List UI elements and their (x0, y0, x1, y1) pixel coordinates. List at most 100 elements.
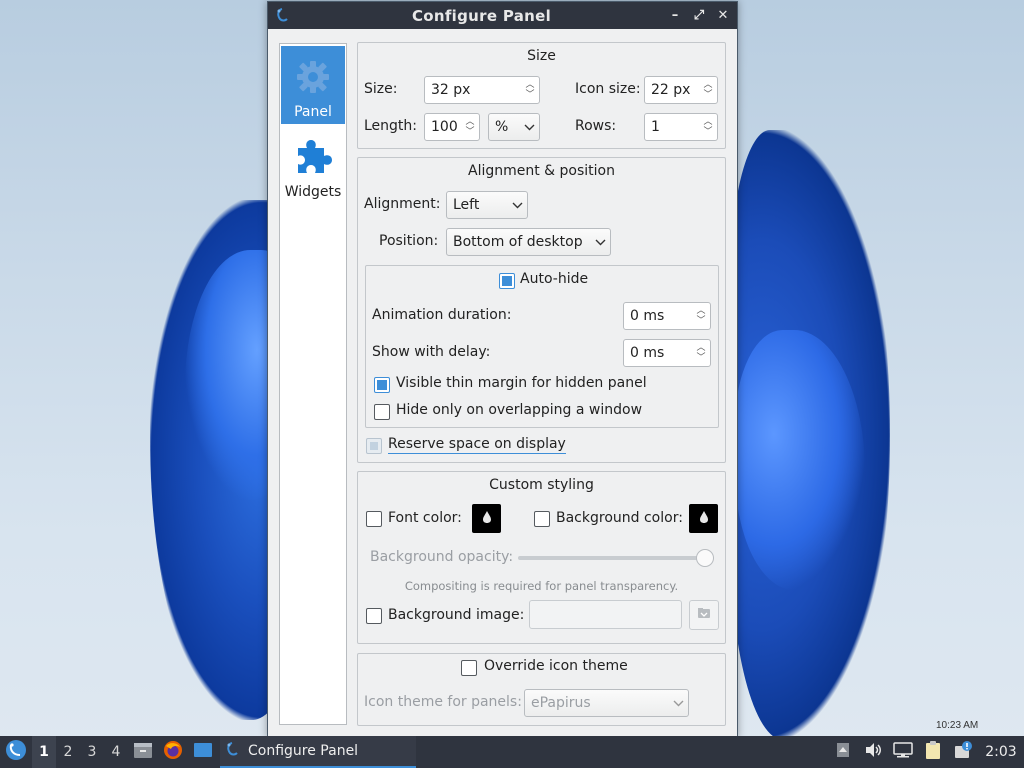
network-button[interactable] (888, 736, 918, 768)
desktop-icon (193, 742, 213, 762)
compositing-note: Compositing is required for panel transp… (404, 579, 679, 593)
lxqt-logo-icon (5, 739, 27, 765)
icon-size-spinbox[interactable]: 22 px ︿ ﹀ (644, 76, 718, 104)
size-spinbox[interactable]: 32 px ︿ ﹀ (424, 76, 540, 104)
spin-arrows-icon[interactable]: ︿ ﹀ (699, 114, 717, 140)
workspace-2[interactable]: 2 (56, 736, 80, 768)
alignment-position-group: Alignment & position Alignment: Left Pos… (357, 157, 726, 463)
animation-duration-spinbox[interactable]: 0 ms ︿ ﹀ (623, 302, 711, 330)
length-value: 100 (431, 119, 458, 135)
background-image-field[interactable] (529, 600, 682, 629)
start-menu-button[interactable] (0, 736, 32, 768)
notification-icon (953, 740, 973, 764)
wallpaper-bloom (730, 130, 890, 740)
updates-button[interactable] (948, 736, 978, 768)
browse-image-button[interactable] (689, 600, 719, 630)
window-titlebar[interactable]: Configure Panel – ⤢ ✕ (268, 2, 737, 29)
show-desktop-button[interactable] (188, 736, 218, 768)
taskbar-clock[interactable]: 2:03 (978, 744, 1024, 760)
drop-icon (482, 510, 492, 528)
background-opacity-label: Background opacity: (370, 549, 514, 565)
override-icon-theme-checkbox[interactable] (461, 660, 477, 676)
network-icon (893, 742, 913, 762)
system-tray: 2:03 (828, 736, 1024, 768)
firefox-icon (163, 740, 183, 764)
taskbar-task-configure-panel[interactable]: Configure Panel (220, 736, 416, 768)
workspace-4[interactable]: 4 (104, 736, 128, 768)
sidenav-item-label: Panel (294, 104, 332, 120)
spin-arrows-icon[interactable]: ︿ ﹀ (461, 114, 479, 140)
clipboard-button[interactable] (918, 736, 948, 768)
position-label: Position: (379, 233, 439, 249)
sidenav-item-label: Widgets (284, 184, 342, 200)
firefox-launcher[interactable] (158, 736, 188, 768)
background-image-checkbox[interactable] (366, 608, 382, 624)
background-color-checkbox[interactable] (534, 511, 550, 527)
size-group: Size Size: 32 px ︿ ﹀ Icon size: 22 px ︿ ﹀ … (357, 42, 726, 149)
minimize-button[interactable]: – (665, 6, 685, 26)
rows-spinbox[interactable]: 1 ︿ ﹀ (644, 113, 718, 141)
file-manager-icon (133, 741, 153, 763)
volume-button[interactable] (858, 736, 888, 768)
spin-arrows-icon[interactable]: ︿ ﹀ (692, 340, 710, 366)
tray-arrow-button[interactable] (828, 736, 858, 768)
alignment-label: Alignment: (364, 196, 441, 212)
show-delay-label: Show with delay: (372, 344, 491, 360)
position-combo[interactable]: Bottom of desktop (446, 228, 611, 256)
font-color-button[interactable] (472, 504, 501, 533)
size-value: 32 px (431, 82, 471, 98)
spin-arrows-icon[interactable]: ︿ ﹀ (692, 303, 710, 329)
window-title: Configure Panel (411, 6, 552, 25)
alignment-group-title: Alignment & position (468, 163, 615, 179)
task-label: Configure Panel (248, 743, 359, 759)
wallpaper-bloom (735, 330, 865, 590)
icon-size-label: Icon size: (575, 81, 641, 97)
folder-icon (697, 606, 711, 624)
maximize-button[interactable]: ⤢ (689, 6, 709, 26)
length-unit-combo[interactable]: % (488, 113, 540, 141)
reserve-space-label: Reserve space on display (388, 436, 566, 454)
icon-theme-combo[interactable]: ePapirus (524, 689, 689, 717)
taskbar: 1 2 3 4 Configure Panel 2:03 (0, 736, 1024, 768)
length-spinbox[interactable]: 100 ︿ ﹀ (424, 113, 480, 141)
font-color-label: Font color: (388, 510, 462, 526)
sidenav-item-panel[interactable]: Panel (281, 46, 345, 124)
clipboard-icon (924, 740, 942, 764)
gear-icon (292, 56, 334, 98)
chevron-down-icon (668, 700, 688, 707)
position-value: Bottom of desktop (453, 234, 583, 250)
chevron-down-icon (507, 202, 527, 209)
icon-theme-group: Override icon theme Icon theme for panel… (357, 653, 726, 726)
chevron-down-icon (519, 124, 539, 131)
lxqt-app-icon (224, 741, 240, 761)
rows-label: Rows: (575, 118, 617, 134)
workspace-1[interactable]: 1 (32, 736, 56, 768)
background-opacity-slider-handle[interactable] (696, 549, 714, 567)
thin-margin-label: Visible thin margin for hidden panel (396, 375, 647, 391)
overlap-checkbox[interactable] (374, 404, 390, 420)
autohide-checkbox[interactable] (499, 273, 515, 289)
settings-sidenav: Panel Widgets (279, 43, 347, 725)
size-label: Size: (364, 81, 398, 97)
animation-duration-label: Animation duration: (372, 307, 512, 323)
show-delay-spinbox[interactable]: 0 ms ︿ ﹀ (623, 339, 711, 367)
override-icon-theme-label: Override icon theme (484, 658, 628, 674)
custom-styling-title: Custom styling (489, 477, 594, 493)
thin-margin-checkbox[interactable] (374, 377, 390, 393)
spin-arrows-icon[interactable]: ︿ ﹀ (521, 77, 539, 103)
close-button[interactable]: ✕ (713, 6, 733, 26)
workspace-3[interactable]: 3 (80, 736, 104, 768)
background-color-button[interactable] (689, 504, 718, 533)
alignment-combo[interactable]: Left (446, 191, 528, 219)
background-opacity-slider-track[interactable] (518, 556, 714, 560)
length-label: Length: (364, 118, 418, 134)
sidenav-item-widgets[interactable]: Widgets (281, 126, 345, 204)
reserve-space-checkbox[interactable] (366, 438, 382, 454)
lxqt-app-icon (274, 7, 290, 23)
autohide-group: Auto-hide Animation duration: 0 ms ︿ ﹀ Sh… (365, 265, 719, 428)
file-manager-launcher[interactable] (128, 736, 158, 768)
spin-arrows-icon[interactable]: ︿ ﹀ (699, 77, 717, 103)
icon-size-value: 22 px (651, 82, 691, 98)
font-color-checkbox[interactable] (366, 511, 382, 527)
triangle-up-icon (836, 742, 850, 762)
